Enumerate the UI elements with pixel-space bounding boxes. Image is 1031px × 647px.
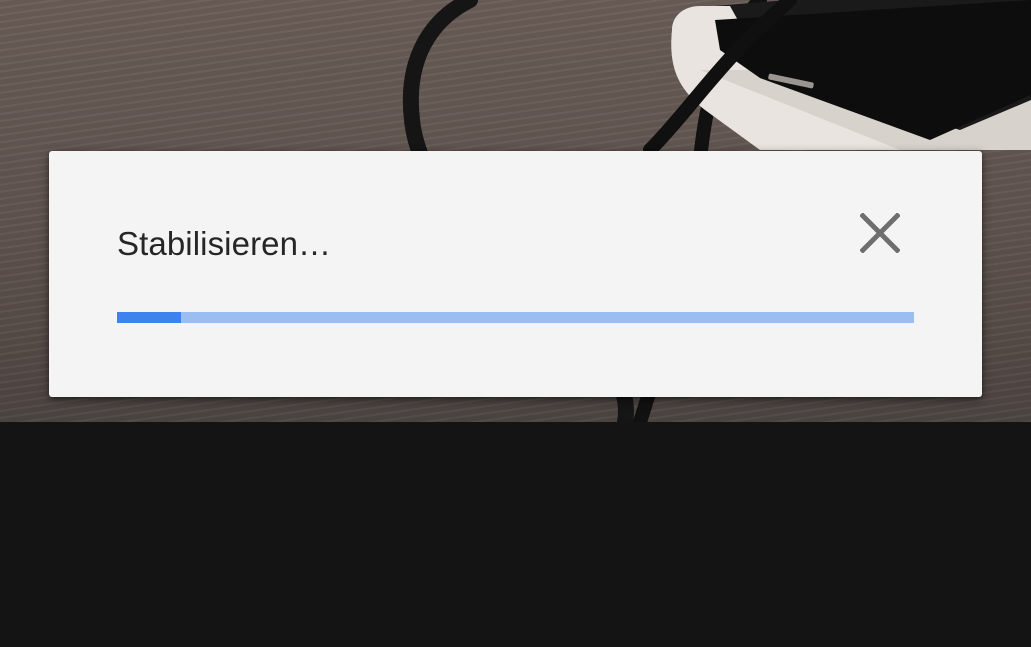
video-editor-screen: Stabilisieren… xyxy=(0,0,1031,647)
close-icon xyxy=(860,213,900,253)
progress-bar-fill xyxy=(117,312,181,323)
editor-controls-area xyxy=(0,422,1031,647)
stabilizing-dialog: Stabilisieren… xyxy=(49,151,982,397)
dialog-title: Stabilisieren… xyxy=(117,225,332,262)
progress-bar xyxy=(117,312,914,323)
close-button[interactable] xyxy=(852,205,908,261)
